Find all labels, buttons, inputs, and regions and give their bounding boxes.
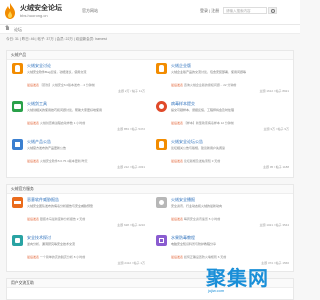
forum-last-post[interactable]: 最后发表 咨询火绒企业版的授权问题... 22 分钟前 (171, 83, 291, 87)
forum-icon (12, 101, 23, 112)
forum-desc: 火绒官方发布的产品更新公告 (27, 146, 67, 150)
forum-last-post[interactable]: 最后发表 银狐木马最新变种分析报告 2 天前 (27, 217, 147, 221)
forum-icon (12, 235, 23, 246)
forum-last-post[interactable]: 最后发表 火绒剑查看进程启动参数 1 小时前 (27, 121, 147, 125)
forum-item[interactable]: 恶意软件威胁报告 火绒安全团队发布的病毒分析报告与安全威胁预警 最后发表 银狐木… (9, 195, 149, 229)
forum-item[interactable]: 病毒样本提交 提交可疑样本、误报反馈，工程师将会及时处理 最后发表 【样本】新型… (153, 99, 293, 133)
watermark-domain: jujiw.com (208, 288, 225, 293)
forum-count: 主题 2万 / 帖子 11万 (118, 89, 145, 93)
forum-last-post[interactable]: 最后发表 一个简单的壳的脱壳分析 8 小时前 (27, 255, 147, 259)
forum-last-post[interactable]: 最后发表 【原创】火绒安全6.0版本发布... 4 分钟前 (27, 83, 147, 87)
forum-count: 主题 212 / 帖子 2031 (117, 165, 145, 169)
breadcrumb-bar: 论坛 (0, 25, 300, 34)
forum-desc: 安全资讯、行业动态和火绒的最新动向 (171, 204, 223, 208)
forum-title[interactable]: 火绒安全论坛公告 (171, 139, 203, 145)
forum-title[interactable]: 火绒安全讨论 (27, 63, 51, 69)
forum-count: 主题 3万 / 帖子 9万 (263, 127, 289, 131)
forum-count: 主题 95 / 帖子 1188 (263, 165, 289, 169)
forum-icon (12, 63, 23, 74)
forum-desc: 火绒剑相关的使用技巧和问题讨论，帮助大家更好地使用 (27, 108, 103, 112)
forum-title[interactable]: 病毒样本提交 (171, 101, 195, 107)
forum-icon (156, 101, 167, 112)
search-icon[interactable] (268, 7, 277, 14)
login-register-links[interactable]: 登录 | 注册 (200, 8, 219, 14)
official-site-link[interactable]: 官方网站 (82, 8, 98, 14)
section-title[interactable]: 火绒产品 (7, 51, 293, 60)
forum-title[interactable]: 火绒企业版 (171, 63, 191, 69)
site-name[interactable]: 火绒安全论坛 (20, 3, 62, 13)
forum-item[interactable]: 火绒企业版 火绒企业版产品的交流讨论，包含安装部署、使用问题等 最后发表 咨询火… (153, 61, 293, 95)
forum-item[interactable]: 火绒产品公告 火绒官方发布的产品更新公告 最后发表 火绒安全软件5.0.75.4… (9, 137, 149, 171)
forum-item[interactable]: 火绒安全播报 安全资讯、行业动态和火绒的最新动向 最后发表 每周安全资讯速览 5… (153, 195, 293, 229)
forum-item[interactable]: 安全技术探讨 逆向分析、漏洞研究等安全技术交流 最后发表 一个简单的壳的脱壳分析… (9, 233, 149, 267)
forum-count: 主题 1612 / 帖子 8921 (259, 89, 289, 93)
forum-title[interactable]: 安全技术探讨 (27, 235, 51, 241)
watermark-text: 聚集网 (206, 268, 269, 290)
forum-last-post[interactable]: 最后发表 如何正确设置防火墙规则 6 天前 (171, 255, 291, 259)
forum-desc: 逆向分析、漏洞研究等安全技术交流 (27, 242, 76, 246)
forum-count: 主题 628 / 帖子 4210 (117, 223, 145, 227)
section-products: 火绒产品 火绒安全讨论 火绒安全软件Bug反馈，功能建议，使用交流 最后发表 【… (6, 50, 294, 178)
forum-title[interactable]: 火绒安全播报 (171, 197, 195, 203)
breadcrumb[interactable]: 论坛 (14, 27, 22, 33)
section-official-services: 火绒官方服务 恶意软件威胁报告 火绒安全团队发布的病毒分析报告与安全威胁预警 最… (6, 184, 294, 272)
forum-item[interactable]: 火绒剑工具 火绒剑相关的使用技巧和问题讨论，帮助大家更好地使用 最后发表 火绒剑… (9, 99, 149, 133)
home-icon[interactable] (5, 25, 9, 30)
forum-item[interactable]: 火绒安全讨论 火绒安全软件Bug反馈，功能建议，使用交流 最后发表 【原创】火绒… (9, 61, 149, 95)
forum-last-post[interactable]: 最后发表 火绒安全软件5.0.75.4版本更新 昨天 (27, 159, 147, 163)
forum-last-post[interactable]: 最后发表 每周安全资讯速览 5 小时前 (171, 217, 291, 221)
forum-count: 主题 1021 / 帖子 3544 (259, 223, 289, 227)
forum-desc: 提交可疑样本、误报反馈，工程师将会及时处理 (171, 108, 235, 112)
forum-title[interactable]: 火绒剑工具 (27, 101, 47, 107)
forum-desc: 电脑安全知识科普与防护教程分享 (171, 242, 217, 246)
forum-desc: 论坛相关公告与版规，建议新用户先阅读 (171, 146, 226, 150)
forum-desc: 火绒安全团队发布的病毒分析报告与安全威胁预警 (27, 204, 94, 208)
forum-desc: 火绒企业版产品的交流讨论，包含安装部署、使用问题等 (171, 70, 247, 74)
section-title[interactable]: 火绒官方服务 (7, 185, 293, 194)
forum-icon (156, 63, 167, 74)
forum-icon (156, 235, 167, 246)
forum-count: 主题 853 / 帖子 5472 (117, 127, 145, 131)
flame-logo-icon[interactable] (4, 3, 16, 19)
forum-item[interactable]: 火绒安全论坛公告 论坛相关公告与版规，建议新用户先阅读 最后发表 论坛版规及发帖… (153, 137, 293, 171)
forum-stats: 今日: 31 | 昨日: 46 | 帖子: 37万 | 会员: 22万 | 欢迎… (6, 37, 107, 41)
forum-icon (12, 197, 23, 208)
forum-title[interactable]: 火绒产品公告 (27, 139, 51, 145)
forum-desc: 火绒安全软件Bug反馈，功能建议，使用交流 (27, 70, 87, 74)
forum-icon (156, 139, 167, 150)
forum-title[interactable]: 恶意软件威胁报告 (27, 197, 59, 203)
top-bar: 火绒安全论坛 bbs.huorong.cn 官方网站 登录 | 注册 请输入搜索… (0, 0, 300, 25)
forum-icon (156, 197, 167, 208)
site-domain: bbs.huorong.cn (20, 13, 48, 18)
search-input[interactable]: 请输入搜索内容 (223, 7, 267, 14)
forum-count: 主题 2412 / 帖子 1万 (117, 261, 145, 265)
forum-icon (12, 139, 23, 150)
forum-title[interactable]: 水果防毒教程 (171, 235, 195, 241)
forum-last-post[interactable]: 最后发表 论坛版规及发帖须知 3 天前 (171, 159, 291, 163)
forum-last-post[interactable]: 最后发表 【样本】新型勒索病毒样本 12 分钟前 (171, 121, 291, 125)
